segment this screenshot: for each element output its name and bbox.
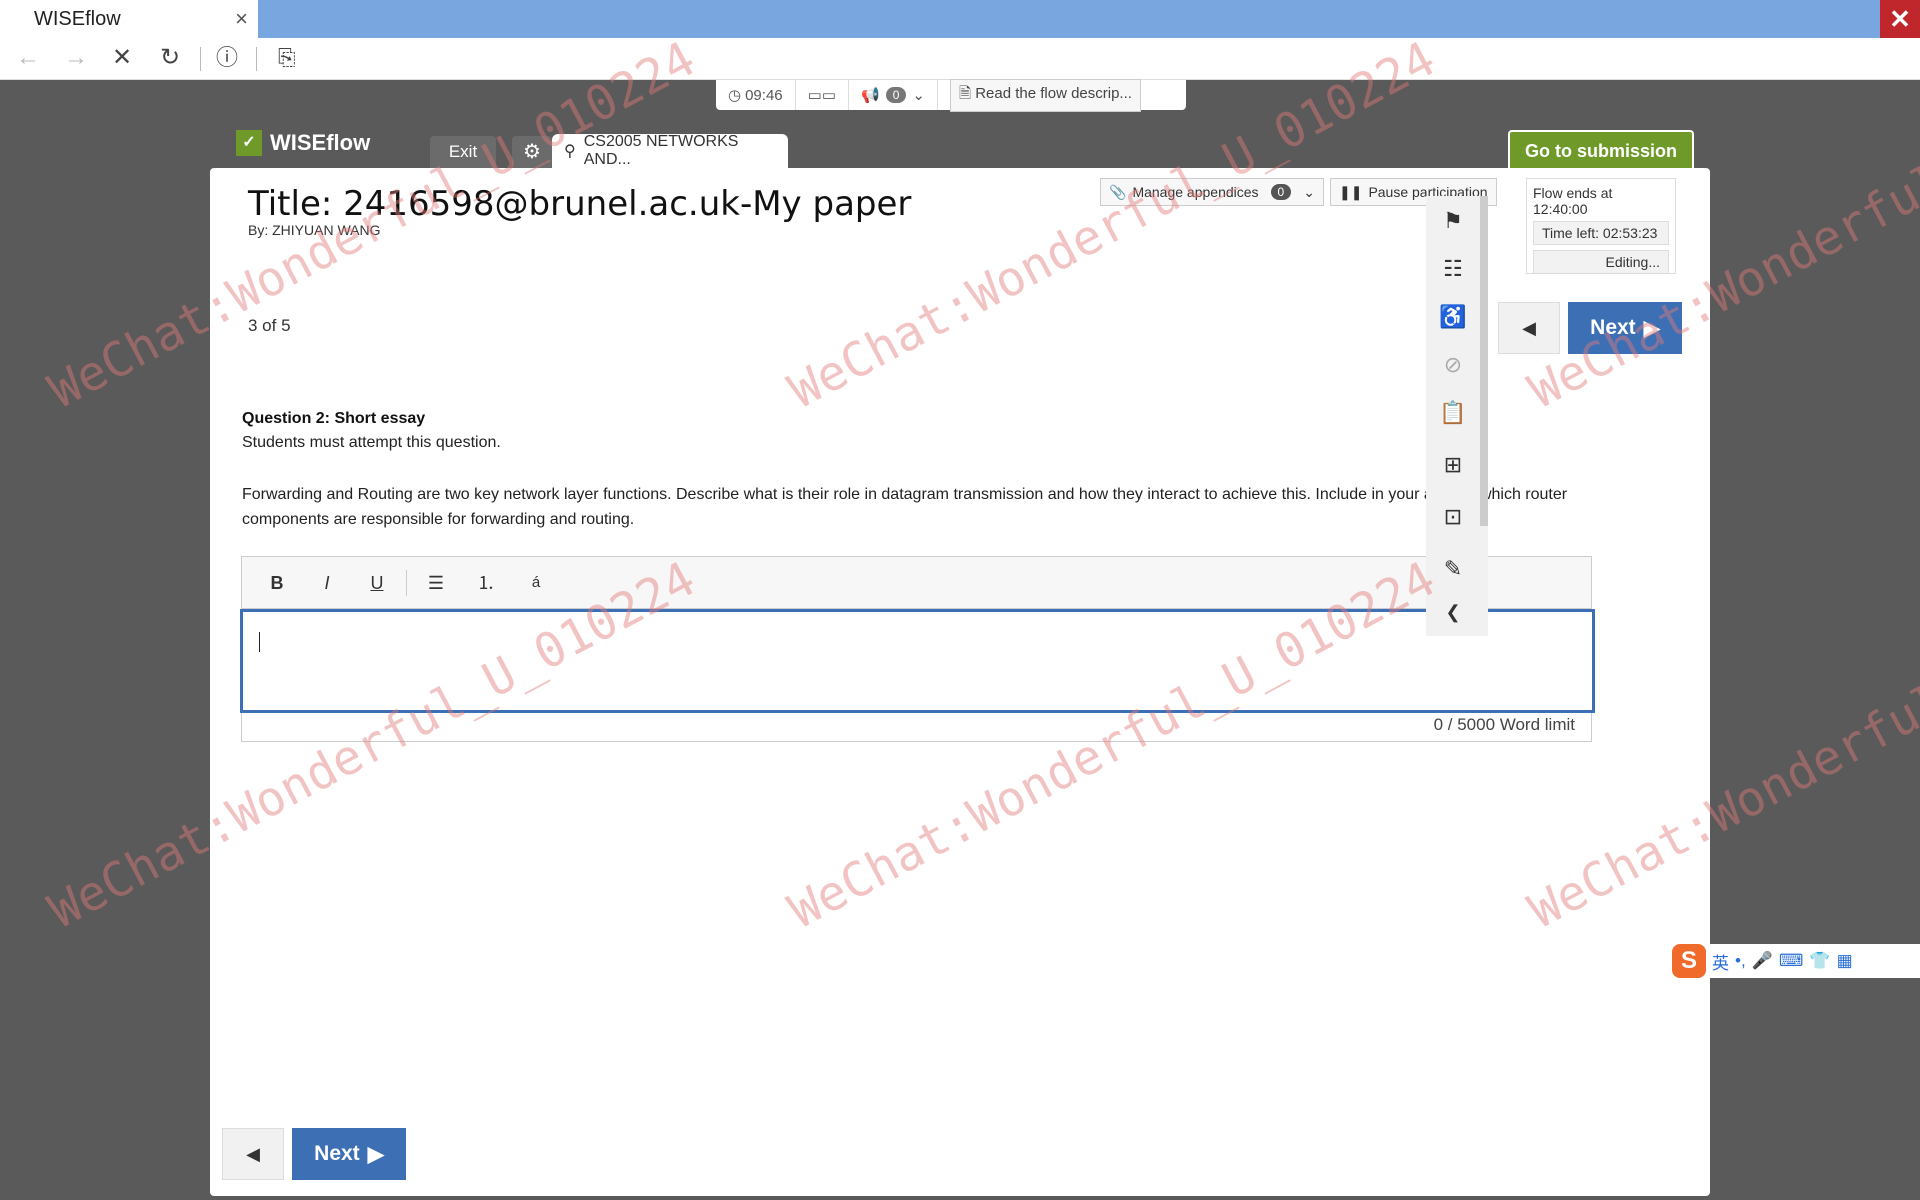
- flow-description-cell: 🗎 Read the flow descrip...: [938, 78, 1153, 112]
- chevron-down-icon[interactable]: ⌄: [1303, 184, 1315, 201]
- browser-tab-title: WISEflow: [34, 7, 121, 30]
- flow-ends: Flow ends at 12:40:00: [1533, 185, 1613, 217]
- battery-icon: ▭▭: [796, 80, 849, 110]
- tools-sidebar: ⚑ ☷ ♿ ⊘ 📋 ⊞ ⊡ ✎ ❮: [1426, 196, 1488, 636]
- megaphone-icon: 📢: [861, 87, 880, 104]
- announcements-count: 0: [885, 87, 907, 103]
- question-title: Question 2: Short essay: [242, 410, 426, 427]
- reload-icon[interactable]: ↻: [160, 46, 180, 70]
- toolbox-icon[interactable]: ▦: [1837, 951, 1853, 971]
- window-titlebar: [0, 0, 1920, 38]
- course-tab-label: CS2005 NETWORKS AND...: [583, 133, 739, 168]
- browser-navbar: ← → ✕ ↻ ⓘ ⎘: [0, 38, 1920, 80]
- participant-icon: ⚲: [564, 143, 576, 160]
- arrow-right-icon: ▶: [1643, 316, 1660, 340]
- tab-close-icon[interactable]: ×: [235, 6, 248, 32]
- back-icon[interactable]: ←: [16, 46, 40, 70]
- accessibility-icon[interactable]: ♿: [1426, 304, 1480, 330]
- editor-toolbar: B I U ☰ ⒈ á: [242, 557, 1591, 609]
- sogou-logo-icon: S: [1672, 944, 1706, 978]
- comment-icon[interactable]: ⊡: [1426, 504, 1480, 530]
- next-button[interactable]: Next ▶: [1568, 302, 1682, 354]
- add-note-icon[interactable]: ⊞: [1426, 452, 1480, 478]
- forward-icon[interactable]: →: [64, 46, 88, 70]
- chevron-down-icon: ⌄: [912, 87, 925, 104]
- next-button-bottom[interactable]: Next ▶: [292, 1128, 406, 1180]
- microphone-icon[interactable]: 🎤: [1752, 951, 1773, 971]
- underline-button[interactable]: U: [352, 563, 402, 603]
- status-strip: ◷ 09:46 ▭▭ 📢 0 ⌄ 🗎 Read the flow descrip…: [716, 78, 1186, 112]
- bulleted-list-button[interactable]: ☰: [411, 563, 461, 603]
- question-text: Forwarding and Routing are two key netwo…: [242, 486, 1568, 528]
- italic-button[interactable]: I: [302, 563, 352, 603]
- previous-button[interactable]: ◀: [1498, 302, 1560, 354]
- nav-divider: [256, 47, 257, 71]
- toolbar-divider: [406, 569, 407, 596]
- paper-author: By: ZHIYUAN WANG: [248, 222, 381, 238]
- ime-toolbar[interactable]: S 英 •, 🎤 ⌨ 👕 ▦: [1668, 944, 1920, 978]
- stop-icon[interactable]: ✕: [112, 46, 132, 70]
- nav-divider: [200, 47, 201, 71]
- wiseflow-logo-icon: ✓: [236, 130, 262, 156]
- strike-icon: ⊘: [1443, 352, 1463, 377]
- document-icon: 🗎: [958, 84, 972, 102]
- paperclip-icon: 📎: [1109, 183, 1127, 200]
- overview-icon[interactable]: ☷: [1426, 256, 1480, 282]
- question-subtitle: Students must attempt this question.: [242, 434, 501, 451]
- announcements[interactable]: 📢 0 ⌄: [849, 80, 938, 110]
- text-caret: [259, 632, 260, 652]
- wiseflow-logo: ✓ WISEflow: [236, 130, 370, 156]
- time-box: Flow ends at 12:40:00 Time left: 02:53:2…: [1526, 178, 1676, 274]
- pause-icon: ❚❚: [1338, 183, 1363, 200]
- bold-button[interactable]: B: [252, 563, 302, 603]
- settings-gear-icon[interactable]: ⚙: [512, 136, 552, 168]
- browser-tab[interactable]: WISEflow ×: [0, 0, 258, 38]
- essay-editor: B I U ☰ ⒈ á 0 / 5000 Word limit: [240, 556, 1595, 742]
- paper-title: Title: 2416598@brunel.ac.uk-My paper: [248, 184, 912, 224]
- window-close-button[interactable]: ✕: [1880, 0, 1920, 38]
- page-icon[interactable]: ⎘: [278, 46, 296, 70]
- numbered-list-button[interactable]: ⒈: [461, 563, 511, 603]
- appendices-count: 0: [1270, 184, 1292, 200]
- skin-icon[interactable]: 👕: [1809, 951, 1830, 971]
- pencil-icon[interactable]: ✎: [1426, 556, 1480, 582]
- brand-name: WISEflow: [270, 130, 371, 155]
- ime-language[interactable]: 英: [1712, 949, 1729, 974]
- clipboard-icon[interactable]: 📋: [1426, 400, 1480, 426]
- flow-description-button[interactable]: 🗎 Read the flow descrip...: [949, 78, 1141, 112]
- clock-icon: ◷: [728, 87, 742, 104]
- word-count: 0 / 5000 Word limit: [1433, 715, 1575, 734]
- manage-appendices-button[interactable]: 📎 Manage appendices 0 ⌄: [1100, 178, 1324, 206]
- essay-text-area[interactable]: [240, 609, 1595, 713]
- go-to-submission-button[interactable]: Go to submission: [1508, 130, 1694, 170]
- clock: ◷ 09:46: [716, 80, 796, 110]
- clock-time: 09:46: [745, 86, 783, 104]
- time-left: Time left: 02:53:23: [1533, 221, 1669, 245]
- special-characters-button[interactable]: á: [511, 563, 561, 603]
- sidebar-scrollbar[interactable]: [1480, 196, 1488, 526]
- course-tab[interactable]: ⚲ CS2005 NETWORKS AND...: [552, 133, 788, 168]
- punctuation-icon[interactable]: •,: [1735, 951, 1746, 971]
- arrow-right-icon: ▶: [367, 1142, 384, 1166]
- info-icon[interactable]: ⓘ: [216, 46, 238, 70]
- previous-button-bottom[interactable]: ◀: [222, 1128, 284, 1180]
- page-counter: 3 of 5: [248, 316, 291, 335]
- editing-status: Editing...: [1533, 250, 1669, 274]
- exit-button[interactable]: Exit: [430, 136, 496, 168]
- collapse-chevron-icon[interactable]: ❮: [1426, 602, 1480, 623]
- keyboard-icon[interactable]: ⌨: [1779, 951, 1804, 971]
- flag-icon[interactable]: ⚑: [1426, 208, 1480, 234]
